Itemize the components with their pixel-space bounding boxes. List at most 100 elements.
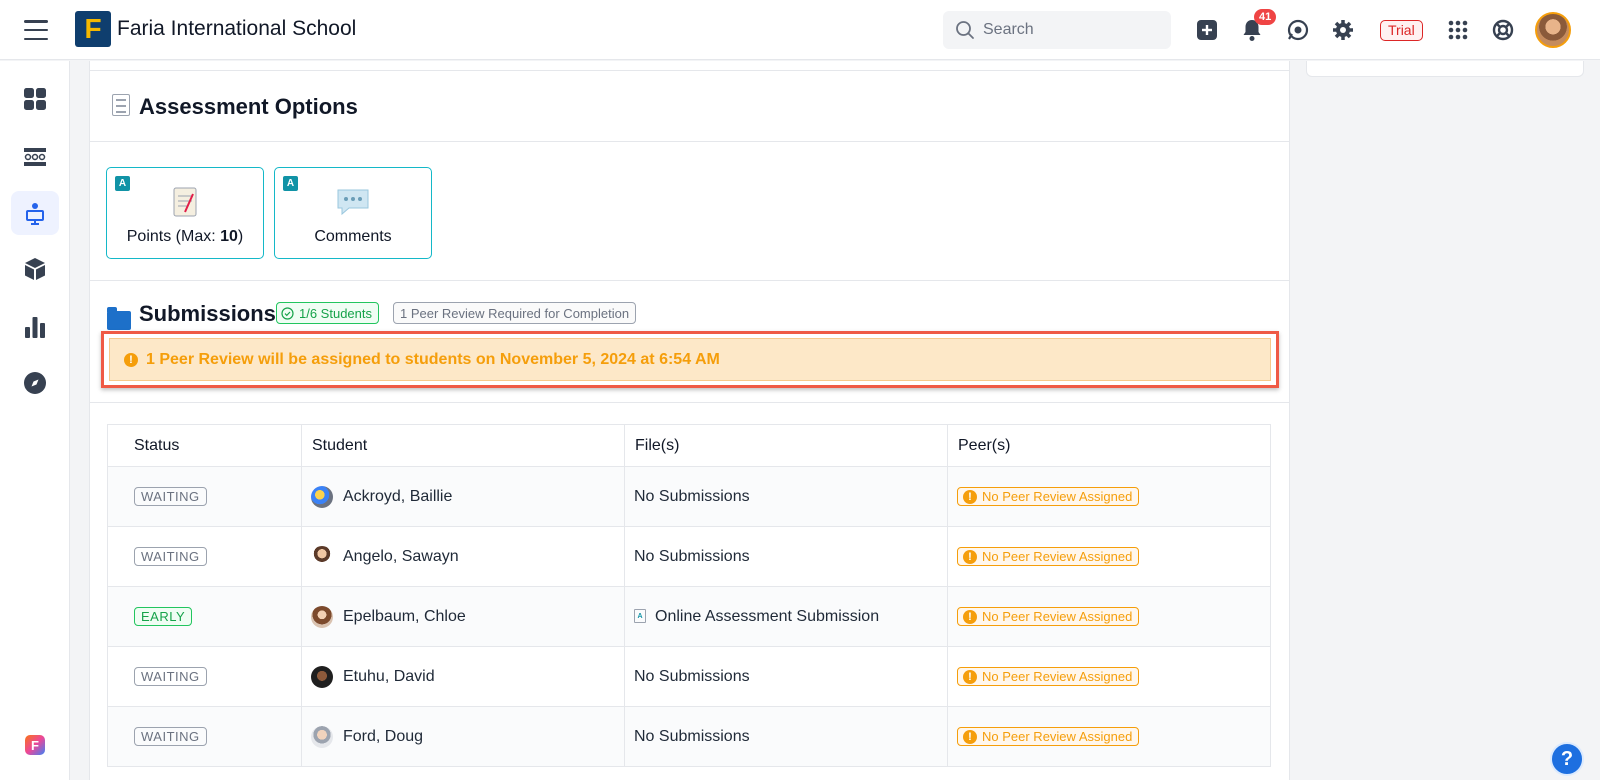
points-option-card[interactable]: A Points (Max: 10) [106,167,264,259]
speech-bubble-icon [337,189,369,216]
peer-status-badge: ! No Peer Review Assigned [957,547,1140,567]
status-badge: WAITING [134,487,207,506]
folder-icon [107,307,131,330]
warning-icon: ! [963,669,977,684]
classroom-icon [24,148,46,166]
files-cell: No Submissions [624,706,948,767]
right-panel [1306,61,1584,77]
search-input[interactable] [983,21,1153,39]
warning-icon: ! [963,729,977,744]
status-cell: EARLY [107,586,302,647]
help-button[interactable]: ? [1550,742,1584,776]
table-row[interactable]: WAITING Ford, Doug No Submissions ! No Pe… [107,706,1271,767]
peers-cell: ! No Peer Review Assigned [947,586,1271,647]
status-badge: WAITING [134,667,207,686]
sidebar-item-explore[interactable] [11,361,59,405]
bar-chart-icon [25,317,45,338]
sidebar-item-dashboard[interactable] [11,77,59,121]
user-avatar[interactable] [1535,12,1571,48]
compass-icon [24,372,46,394]
student-avatar [311,725,333,748]
peer-review-alert-highlight: ! 1 Peer Review will be assigned to stud… [101,331,1279,388]
files-cell: No Submissions [624,646,948,707]
files-cell[interactable]: A Online Assessment Submission [624,586,948,647]
cube-icon [25,258,45,280]
faria-app-logo[interactable]: F [25,735,45,755]
student-avatar [311,545,333,568]
add-icon[interactable] [1195,18,1219,42]
points-option-label: Points (Max: 10) [126,228,244,245]
peers-cell: ! No Peer Review Assigned [947,706,1271,767]
column-header-student[interactable]: Student [301,424,625,467]
comments-option-card[interactable]: A Comments [274,167,432,259]
status-badge: WAITING [134,547,207,566]
divider [90,141,1289,142]
divider [90,70,1289,71]
teacher-board-icon [26,203,44,225]
divider [90,402,1289,403]
divider [90,280,1289,281]
main-panel: Assessment Options A Points (Max: 10) A … [89,61,1290,780]
peer-status-badge: ! No Peer Review Assigned [957,667,1140,687]
file-icon: A [634,609,646,624]
column-header-status[interactable]: Status [107,424,302,467]
status-cell: WAITING [107,466,302,527]
status-cell: WAITING [107,526,302,587]
column-header-peers[interactable]: Peer(s) [947,424,1271,467]
peers-cell: ! No Peer Review Assigned [947,526,1271,587]
student-cell[interactable]: Angelo, Sawayn [301,526,625,587]
column-header-files[interactable]: File(s) [624,424,948,467]
status-cell: WAITING [107,706,302,767]
trial-badge[interactable]: Trial [1380,20,1423,41]
help-lifebuoy-icon[interactable] [1491,18,1515,42]
comments-option-label: Comments [314,228,392,245]
warning-icon: ! [124,352,138,367]
table-row[interactable]: WAITING Ackroyd, Baillie No Submissions … [107,466,1271,527]
peers-cell: ! No Peer Review Assigned [947,646,1271,707]
assessment-type-badge: A [115,176,130,191]
peer-review-requirement-badge: 1 Peer Review Required for Completion [393,302,637,324]
dashboard-icon [24,88,46,110]
table-row[interactable]: EARLY Epelbaum, Chloe A Online Assessment… [107,586,1271,647]
table-row[interactable]: WAITING Etuhu, David No Submissions ! No … [107,646,1271,707]
student-name: Ford, Doug [343,727,424,745]
menu-icon[interactable] [24,17,48,43]
sidebar-item-teaching[interactable] [11,191,59,235]
search-box[interactable] [943,11,1171,49]
peer-review-alert-text: 1 Peer Review will be assigned to studen… [146,350,720,368]
student-name: Ackroyd, Baillie [343,487,453,505]
apps-grid-icon[interactable] [1446,18,1470,42]
files-cell: No Submissions [624,466,948,527]
chat-icon[interactable] [1286,18,1310,42]
peer-status-badge: ! No Peer Review Assigned [957,607,1140,627]
sidebar-item-reports[interactable] [11,305,59,349]
student-cell[interactable]: Etuhu, David [301,646,625,707]
sidebar-item-resources[interactable] [11,247,59,291]
gear-icon[interactable] [1331,18,1355,42]
student-name: Angelo, Sawayn [343,547,459,565]
student-avatar [311,665,333,688]
warning-icon: ! [963,549,977,564]
sidebar-item-classes[interactable] [11,135,59,179]
school-logo[interactable]: F [75,11,111,47]
student-avatar [311,605,333,628]
logo-letter: F [84,13,102,44]
warning-icon: ! [963,489,977,504]
student-name: Etuhu, David [343,667,435,685]
student-cell[interactable]: Ford, Doug [301,706,625,767]
table-row[interactable]: WAITING Angelo, Sawayn No Submissions ! N… [107,526,1271,587]
student-cell[interactable]: Ackroyd, Baillie [301,466,625,527]
submissions-table: Status Student File(s) Peer(s) WAITING A… [107,424,1271,767]
status-badge: EARLY [134,607,193,626]
peer-review-alert: ! 1 Peer Review will be assigned to stud… [109,338,1271,381]
files-cell: No Submissions [624,526,948,587]
assessment-type-badge: A [283,176,298,191]
school-name[interactable]: Faria International School [117,17,356,41]
status-badge: WAITING [134,727,207,746]
warning-icon: ! [963,609,977,624]
student-cell[interactable]: Epelbaum, Chloe [301,586,625,647]
document-icon [112,94,130,116]
top-bar: F Faria International School 41 Trial [0,0,1600,60]
file-link[interactable]: Online Assessment Submission [655,608,879,625]
submissions-title: Submissions [139,301,276,326]
